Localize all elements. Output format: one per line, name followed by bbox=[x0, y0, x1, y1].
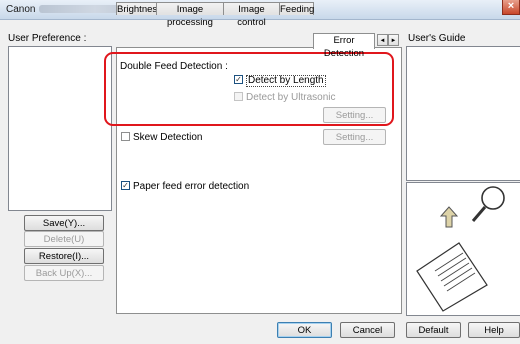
default-button[interactable]: Default bbox=[406, 322, 461, 338]
tab-error-detection[interactable]: Error Detection bbox=[313, 33, 375, 59]
magnifier-icon bbox=[471, 186, 505, 222]
save-button[interactable]: Save(Y)... bbox=[24, 215, 104, 231]
document-icon bbox=[416, 242, 488, 312]
tab-image-control[interactable]: Image control bbox=[223, 2, 280, 28]
ok-button[interactable]: OK bbox=[277, 322, 332, 338]
tab-scroll-left-button[interactable]: ◄ bbox=[377, 34, 388, 46]
user-preference-label: User Preference : bbox=[8, 33, 87, 44]
up-arrow-icon bbox=[439, 206, 459, 228]
skew-detection-checkbox[interactable] bbox=[121, 132, 130, 141]
cancel-button[interactable]: Cancel bbox=[340, 322, 395, 338]
help-button[interactable]: Help bbox=[468, 322, 520, 338]
delete-button[interactable]: Delete(U) bbox=[24, 231, 104, 247]
tab-image-processing[interactable]: Image processing bbox=[156, 2, 224, 28]
preview-panel bbox=[406, 182, 520, 316]
paper-feed-error-checkbox[interactable]: ✓ bbox=[121, 181, 130, 190]
highlight-annotation bbox=[104, 52, 394, 126]
skew-detection-label: Skew Detection bbox=[133, 132, 203, 143]
restore-button[interactable]: Restore(I)... bbox=[24, 248, 104, 264]
user-preference-list[interactable] bbox=[8, 46, 112, 211]
skew-setting-button[interactable]: Setting... bbox=[323, 129, 386, 145]
users-guide-label: User's Guide bbox=[408, 33, 466, 44]
document-illustration bbox=[416, 186, 505, 312]
paper-feed-error-label: Paper feed error detection bbox=[133, 181, 250, 192]
close-button[interactable]: × bbox=[502, 0, 520, 15]
tab-brightness[interactable]: Brightness bbox=[116, 2, 162, 15]
scanner-settings-dialog: Canon × User Preference : Save(Y)... Del… bbox=[0, 0, 520, 344]
tab-scroll-right-button[interactable]: ► bbox=[388, 34, 399, 46]
users-guide-panel bbox=[406, 46, 520, 181]
backup-button[interactable]: Back Up(X)... bbox=[24, 265, 104, 281]
tab-feeding[interactable]: Feeding bbox=[279, 2, 314, 15]
